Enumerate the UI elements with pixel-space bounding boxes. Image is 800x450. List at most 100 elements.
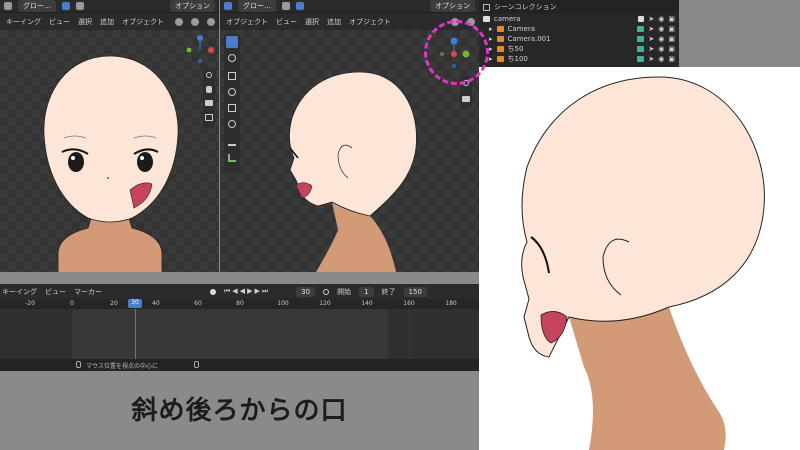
menu-add[interactable]: 追加 (100, 17, 114, 27)
menu-keying[interactable]: キーイング (6, 17, 41, 27)
camera-view-icon[interactable] (205, 100, 213, 106)
tick-label: 80 (236, 300, 244, 307)
expand-arrow-icon[interactable]: ▸ (489, 35, 493, 43)
options-dropdown-2[interactable]: オプション (430, 0, 475, 12)
menu-object-mode[interactable]: オブジェクト (226, 17, 268, 27)
menu-select[interactable]: 選択 (78, 17, 92, 27)
tick-label: 0 (70, 300, 74, 307)
render-preview-panel (479, 67, 800, 450)
outliner-item[interactable]: ▸ Camera.001 ➤ ◉ ▣ (479, 34, 679, 44)
perspective-grid-icon[interactable] (205, 114, 213, 121)
expand-arrow-icon[interactable]: ▸ (489, 25, 493, 33)
playback-controls[interactable]: ⏮◀◀▶▶⏭ (224, 287, 270, 296)
camera-data-icon (637, 56, 645, 62)
select-arrow-icon[interactable]: ➤ (648, 25, 654, 33)
front-head-shape (43, 55, 179, 223)
select-box-icon[interactable] (224, 2, 232, 10)
caption-title: 斜め後ろからの口 (131, 396, 348, 426)
timeline-header: キーイング ビュー マーカー ⏮◀◀▶▶⏭ 30 開始 1 終了 150 (0, 284, 479, 299)
eye-icon[interactable]: ◉ (658, 45, 664, 53)
zoom-icon[interactable] (206, 72, 212, 78)
outliner-item[interactable]: ▸ Camera ➤ ◉ ▣ (479, 24, 679, 34)
clock-icon[interactable] (323, 288, 330, 295)
camera-object-icon (496, 56, 504, 62)
front-nose (107, 177, 109, 179)
menu-view-2[interactable]: ビュー (276, 17, 297, 27)
tick-label: 60 (194, 300, 202, 307)
playhead-line[interactable] (135, 309, 136, 359)
outliner-item-label[interactable]: ち100 (508, 54, 634, 64)
timeline-menu-keying[interactable]: キーイング (2, 287, 37, 297)
left-viewport[interactable] (0, 30, 219, 272)
collection-name[interactable]: camera (494, 15, 634, 23)
frame-range-region (72, 309, 388, 359)
camera-object-icon (496, 46, 504, 52)
select-arrow-icon[interactable]: ➤ (648, 45, 654, 53)
outliner-collection-row[interactable]: camera ➤ ◉ ▣ (479, 14, 679, 24)
pan-hand-icon[interactable] (206, 86, 212, 93)
tick-label: -20 (25, 300, 35, 307)
render-camera-icon[interactable]: ▣ (668, 45, 675, 53)
camera-object-icon (496, 26, 504, 32)
menu-select-2[interactable]: 選択 (305, 17, 319, 27)
proportional-icon[interactable] (296, 2, 304, 10)
outliner-item[interactable]: ▸ ち50 ➤ ◉ ▣ (479, 44, 679, 54)
front-neck-shoulders (57, 214, 163, 272)
back-diagonal-head-figure (521, 76, 765, 450)
snap-icon[interactable] (76, 2, 84, 10)
select-arrow-icon[interactable]: ➤ (648, 35, 654, 43)
snap-icon-2[interactable] (282, 2, 290, 10)
expand-arrow-icon[interactable]: ▸ (489, 55, 493, 63)
shading-solid-icon[interactable] (175, 17, 183, 26)
select-arrow-icon[interactable]: ➤ (648, 55, 654, 63)
expand-arrow-icon[interactable]: ▸ (489, 45, 493, 53)
eye-icon[interactable]: ◉ (658, 55, 664, 63)
timeline-ruler[interactable]: -20 0 20 30 40 60 80 100 120 140 160 180 (0, 299, 479, 309)
camera-data-icon (637, 46, 645, 52)
render-camera-icon[interactable]: ▣ (668, 35, 675, 43)
menu-view[interactable]: ビュー (49, 17, 70, 27)
shading-material-icon[interactable] (191, 17, 199, 26)
menu-object[interactable]: オブジェクト (122, 17, 164, 27)
outliner-item[interactable]: ▸ ち100 ➤ ◉ ▣ (479, 54, 679, 64)
eye-icon[interactable]: ◉ (658, 35, 664, 43)
end-frame-field[interactable]: 150 (403, 286, 427, 297)
eye-icon[interactable]: ◉ (658, 25, 664, 33)
outliner-item-label[interactable]: ち50 (508, 44, 634, 54)
render-camera-icon[interactable]: ▣ (668, 55, 675, 63)
tick-label: 160 (403, 300, 415, 307)
front-head-figure (43, 55, 179, 272)
view-mode-dropdown[interactable]: グロー… (18, 0, 56, 12)
menu-object-2[interactable]: オブジェクト (349, 17, 391, 27)
end-label: 終了 (381, 287, 396, 296)
outliner-item-label[interactable]: Camera.001 (508, 35, 634, 43)
start-frame-field[interactable]: 1 (359, 286, 374, 297)
camera-icon-2[interactable] (462, 96, 470, 102)
timeline-track-area[interactable] (0, 309, 479, 359)
outliner-title: シーンコレクション (494, 3, 557, 11)
outliner-title-row: シーンコレクション (479, 0, 679, 14)
record-icon[interactable] (210, 288, 216, 295)
current-frame-marker[interactable]: 30 (128, 299, 142, 308)
render-camera-icon[interactable]: ▣ (668, 15, 675, 23)
object-mode-icon[interactable] (4, 2, 12, 10)
select-arrow-icon[interactable]: ➤ (648, 15, 654, 23)
gizmo-highlight-ring (424, 20, 489, 85)
menu-add-2[interactable]: 追加 (327, 17, 341, 27)
current-frame-field[interactable]: 30 (296, 286, 316, 297)
tick-label: 140 (361, 300, 373, 307)
render-camera-icon[interactable]: ▣ (668, 25, 675, 33)
timeline-menu-view[interactable]: ビュー (45, 287, 66, 297)
checkbox-icon[interactable] (638, 16, 645, 22)
transform-icon[interactable] (62, 2, 70, 10)
view-mode-dropdown-2[interactable]: グロー… (238, 0, 276, 12)
outliner-item-label[interactable]: Camera (508, 25, 634, 33)
options-dropdown[interactable]: オプション (170, 0, 215, 12)
tick-label: 180 (445, 300, 457, 307)
timeline-menu-marker[interactable]: マーカー (74, 287, 102, 297)
large-neck (569, 307, 726, 450)
eye-icon[interactable]: ◉ (658, 15, 664, 23)
navigation-gizmo-left[interactable] (184, 34, 216, 66)
status-bar: マウス位置を視点の中心に (0, 359, 479, 371)
shading-render-icon[interactable] (207, 17, 215, 26)
